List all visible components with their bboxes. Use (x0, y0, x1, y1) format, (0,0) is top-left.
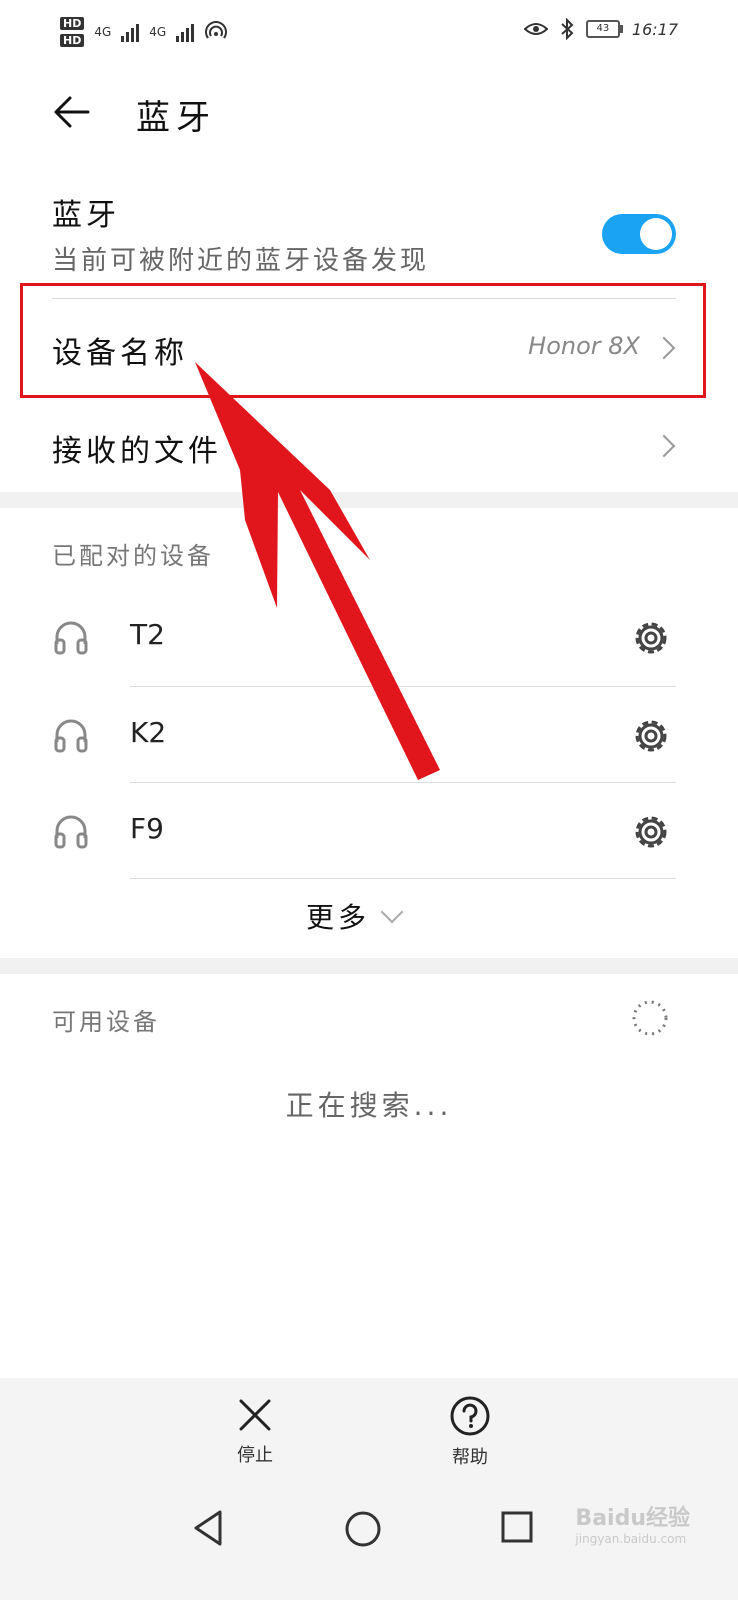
status-bar-right: 43 16:17 (523, 14, 678, 44)
chevron-down-icon (380, 900, 404, 924)
status-bar-left: HD HD 4G 4G (60, 10, 228, 54)
received-files-row[interactable]: 接收的文件 (0, 398, 738, 492)
searching-text: 正在搜索... (285, 1089, 453, 1122)
nav-home-icon[interactable] (344, 1510, 382, 1548)
back-arrow-icon[interactable] (52, 92, 92, 132)
help-icon (450, 1396, 490, 1436)
network-type-1: 4G (94, 25, 112, 39)
paired-devices-title: 已配对的设备 (52, 542, 214, 570)
hotspot-icon (205, 21, 228, 39)
bluetooth-visibility-text: 当前可被附近的蓝牙设备发现 (52, 246, 430, 276)
gear-icon[interactable] (631, 618, 671, 658)
hd-indicators: HD HD (60, 17, 85, 47)
headphones-icon (54, 719, 88, 753)
page-title: 蓝牙 (136, 98, 216, 138)
signal-icon-2 (176, 22, 195, 42)
divider (130, 878, 676, 879)
hd1-badge: HD (60, 17, 85, 30)
gear-icon[interactable] (631, 716, 671, 756)
device-name: K2 (130, 716, 167, 749)
device-name: T2 (130, 618, 165, 651)
gear-icon[interactable] (631, 812, 671, 852)
loading-spinner-icon (632, 1000, 668, 1036)
available-devices-title: 可用设备 (52, 1008, 160, 1036)
stop-button[interactable]: 停止 (215, 1395, 295, 1467)
toggle-knob (640, 218, 672, 250)
signal-icon (121, 22, 140, 42)
network-type-2: 4G (149, 25, 167, 39)
bluetooth-status-icon (561, 18, 574, 40)
nav-recents-icon[interactable] (500, 1510, 534, 1544)
paired-device-row[interactable]: F9 (0, 782, 738, 878)
nav-back-icon[interactable] (190, 1508, 226, 1548)
device-name: F9 (130, 812, 164, 845)
baidu-watermark: Baidu经验 jingyan.baidu.com (575, 1500, 690, 1546)
help-label: 帮助 (452, 1447, 488, 1468)
headphones-icon (54, 621, 88, 655)
close-icon (239, 1399, 271, 1431)
paired-device-row[interactable]: T2 (0, 588, 738, 684)
headphones-icon (54, 815, 88, 849)
stop-label: 停止 (237, 1445, 273, 1466)
highlight-annotation (20, 283, 706, 398)
watermark-text: Baidu经验 (575, 1506, 690, 1531)
paired-device-row[interactable]: K2 (0, 686, 738, 782)
help-button[interactable]: 帮助 (430, 1395, 510, 1469)
bluetooth-label: 蓝牙 (52, 198, 120, 233)
more-button[interactable]: 更多 (306, 896, 404, 936)
section-separator (0, 958, 738, 974)
chevron-right-icon (652, 434, 676, 458)
more-label: 更多 (306, 901, 371, 934)
watermark-sub: jingyan.baidu.com (575, 1532, 687, 1546)
battery-icon: 43 (585, 20, 623, 38)
received-files-label: 接收的文件 (52, 434, 222, 469)
clock: 16:17 (631, 19, 678, 39)
hd2-badge: HD (60, 34, 85, 47)
bottom-action-bar (0, 1378, 738, 1478)
section-separator (0, 492, 738, 508)
eye-comfort-icon (523, 23, 548, 35)
bluetooth-toggle[interactable] (602, 214, 676, 254)
